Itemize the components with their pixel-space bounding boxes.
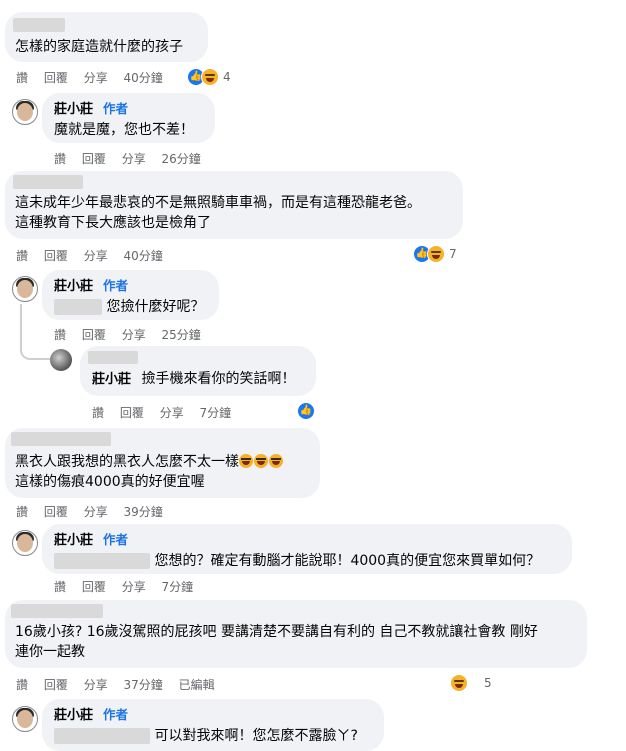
comment-text-line: 這未成年少年最悲哀的不是無照騎車車禍，而是有這種恐龍老爸。 xyxy=(15,195,421,211)
comment-actions: 讚 回覆 分享 7分鐘 xyxy=(92,404,243,421)
avatar[interactable] xyxy=(12,276,38,302)
avatar[interactable] xyxy=(50,349,72,371)
author-name[interactable]: 莊小莊 xyxy=(54,708,93,723)
like-link[interactable]: 讚 xyxy=(92,406,104,420)
share-link[interactable]: 分享 xyxy=(122,328,146,342)
comment-bubble: 莊小莊 撿手機來看你的笑話啊！ xyxy=(80,346,316,396)
like-link[interactable]: 讚 xyxy=(16,678,28,692)
haha-reaction-icon xyxy=(427,245,445,263)
comment-bubble: 莊小莊 作者 您撿什麼好呢？ xyxy=(42,270,219,320)
laughing-emoji-icon xyxy=(254,454,268,468)
timestamp[interactable]: 37分鐘 xyxy=(124,678,163,692)
comment-text: 撿手機來看你的笑話啊！ xyxy=(141,371,296,387)
timestamp[interactable]: 7分鐘 xyxy=(162,580,194,594)
author-name[interactable]: 莊小莊 xyxy=(92,372,131,387)
reaction-summary[interactable]: 👍 7 xyxy=(413,245,457,263)
redacted-mention xyxy=(54,553,150,569)
share-link[interactable]: 分享 xyxy=(160,406,184,420)
reply-link[interactable]: 回覆 xyxy=(44,678,68,692)
comment-bubble: 怎樣的家庭造就什麼的孩子 xyxy=(5,12,208,62)
timestamp[interactable]: 39分鐘 xyxy=(124,505,163,519)
redacted-mention xyxy=(54,728,150,744)
reply-link[interactable]: 回覆 xyxy=(120,406,144,420)
comment-text-line: 16歲小孩? 16歲沒駕照的屁孩吧 要講清楚不要講自有利的 自己不教就讓社會教 … xyxy=(15,624,538,640)
laughing-emoji-icon xyxy=(239,454,253,468)
like-link[interactable]: 讚 xyxy=(54,580,66,594)
comment-text-line: 連你一起教 xyxy=(15,644,85,660)
comment-actions: 讚 回覆 分享 26分鐘 xyxy=(54,150,213,167)
timestamp[interactable]: 7分鐘 xyxy=(200,406,232,420)
comment-text: 怎樣的家庭造就什麼的孩子 xyxy=(15,39,183,55)
like-link[interactable]: 讚 xyxy=(16,505,28,519)
share-link[interactable]: 分享 xyxy=(122,580,146,594)
like-reaction-icon: 👍 xyxy=(297,402,315,420)
author-badge: 作者 xyxy=(103,532,129,547)
reply-link[interactable]: 回覆 xyxy=(44,505,68,519)
reply-link[interactable]: 回覆 xyxy=(44,249,68,263)
reply-link[interactable]: 回覆 xyxy=(82,328,106,342)
comment-text: 您想的？確定有動腦才能說耶！4000真的便宜您來買單如何？ xyxy=(154,553,541,569)
comment-text-line: 黑衣人跟我想的黑衣人怎麼不太一樣 xyxy=(15,454,239,470)
comment-actions: 讚 回覆 分享 7分鐘 xyxy=(54,578,205,595)
thread-connector xyxy=(20,304,50,360)
redacted-name xyxy=(11,604,103,618)
share-link[interactable]: 分享 xyxy=(84,71,108,85)
share-link[interactable]: 分享 xyxy=(84,249,108,263)
like-link[interactable]: 讚 xyxy=(54,328,66,342)
reaction-count: 7 xyxy=(449,247,457,261)
author-badge: 作者 xyxy=(103,101,129,116)
comment-bubble: 莊小莊 作者 魔就是魔，您也不差！ xyxy=(42,93,215,143)
haha-reaction-icon xyxy=(201,68,219,86)
reply-link[interactable]: 回覆 xyxy=(44,71,68,85)
like-link[interactable]: 讚 xyxy=(16,71,28,85)
author-name[interactable]: 莊小莊 xyxy=(54,279,93,294)
comment-text: 您撿什麼好呢？ xyxy=(106,299,205,315)
comment-bubble: 黑衣人跟我想的黑衣人怎麼不太一樣 這樣的傷痕4000真的好便宜喔 xyxy=(5,428,320,498)
comment-actions: 讚 回覆 分享 25分鐘 xyxy=(54,326,213,343)
avatar[interactable] xyxy=(12,99,38,125)
reaction-summary[interactable]: 👍 xyxy=(297,402,315,420)
comment-actions: 讚 回覆 分享 40分鐘 xyxy=(16,69,175,86)
author-name[interactable]: 莊小莊 xyxy=(54,102,93,117)
reaction-count: 4 xyxy=(223,70,231,84)
comment-actions: 讚 回覆 分享 39分鐘 xyxy=(16,503,175,520)
redacted-name xyxy=(88,351,138,364)
laughing-emoji-icon xyxy=(269,454,283,468)
redacted-name xyxy=(13,175,83,189)
timestamp[interactable]: 40分鐘 xyxy=(124,249,163,263)
timestamp[interactable]: 25分鐘 xyxy=(162,328,201,342)
reaction-count: 5 xyxy=(484,676,492,690)
comment-actions: 讚 回覆 分享 37分鐘 已編輯 xyxy=(16,676,227,693)
comment-text-line: 這樣的傷痕4000真的好便宜喔 xyxy=(15,474,205,490)
share-link[interactable]: 分享 xyxy=(122,152,146,166)
comment-bubble: 莊小莊 作者 可以對我來啊！您怎麼不露臉ㄚ? xyxy=(42,699,384,751)
share-link[interactable]: 分享 xyxy=(84,505,108,519)
author-name[interactable]: 莊小莊 xyxy=(54,533,93,548)
comment-actions: 讚 回覆 分享 40分鐘 xyxy=(16,247,175,264)
timestamp[interactable]: 26分鐘 xyxy=(162,152,201,166)
redacted-mention xyxy=(54,299,102,315)
reaction-summary[interactable]: 5 xyxy=(450,674,492,692)
comment-text: 可以對我來啊！您怎麼不露臉ㄚ? xyxy=(154,728,358,744)
comment-bubble: 這未成年少年最悲哀的不是無照騎車車禍，而是有這種恐龍老爸。 這種教育下長大應該也… xyxy=(5,171,463,239)
avatar[interactable] xyxy=(12,530,38,556)
redacted-name xyxy=(11,432,111,446)
redacted-name xyxy=(13,18,65,32)
share-link[interactable]: 分享 xyxy=(84,678,108,692)
reaction-summary[interactable]: 👍 4 xyxy=(187,68,231,86)
author-badge: 作者 xyxy=(103,707,129,722)
like-link[interactable]: 讚 xyxy=(54,152,66,166)
author-badge: 作者 xyxy=(103,278,129,293)
reply-link[interactable]: 回覆 xyxy=(82,580,106,594)
haha-reaction-icon xyxy=(450,674,468,692)
comment-bubble: 16歲小孩? 16歲沒駕照的屁孩吧 要講清楚不要講自有利的 自己不教就讓社會教 … xyxy=(5,600,587,668)
comment-text: 魔就是魔，您也不差！ xyxy=(54,122,194,138)
comment-bubble: 莊小莊 作者 您想的？確定有動腦才能說耶！4000真的便宜您來買單如何？ xyxy=(42,524,572,574)
reply-link[interactable]: 回覆 xyxy=(82,152,106,166)
comment-text-line: 這種教育下長大應該也是檢角了 xyxy=(15,215,211,231)
like-link[interactable]: 讚 xyxy=(16,249,28,263)
timestamp[interactable]: 40分鐘 xyxy=(124,71,163,85)
edited-label[interactable]: 已編輯 xyxy=(179,678,215,692)
avatar[interactable] xyxy=(12,706,38,732)
